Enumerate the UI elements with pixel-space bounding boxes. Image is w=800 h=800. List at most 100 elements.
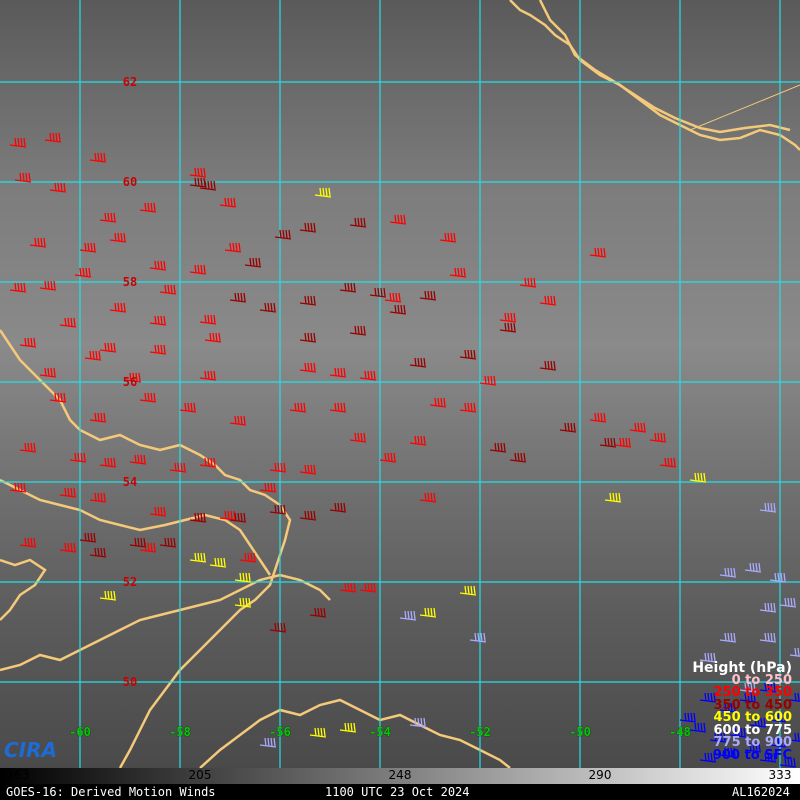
wind-barb [29, 237, 47, 248]
track-line [689, 84, 800, 131]
footer-storm-id: AL162024 [732, 785, 790, 799]
wind-barb [204, 332, 222, 343]
wind-barb [369, 287, 387, 298]
wind-barb [559, 422, 577, 433]
lat-lon-grid [0, 0, 800, 768]
wind-barb [614, 437, 632, 448]
lat-label-62: 62 [122, 75, 138, 89]
wind-barb [589, 247, 607, 258]
wind-barb [74, 267, 92, 278]
wind-barb [299, 332, 317, 343]
wind-barb [149, 315, 167, 326]
wind-barb [329, 502, 347, 513]
wind-barb [744, 562, 762, 573]
wind-barb [89, 412, 107, 423]
wind-barb [19, 442, 37, 453]
wind-barb [109, 232, 127, 243]
wind-barb [299, 464, 317, 475]
wind-barb [349, 217, 367, 228]
wind-barb [399, 610, 417, 621]
wind-barb [79, 242, 97, 253]
wind-barb [39, 367, 57, 378]
wind-barb [189, 167, 207, 178]
wind-barb [149, 506, 167, 517]
wind-barb [359, 582, 377, 593]
wind-barb [239, 552, 257, 563]
wind-barb [429, 397, 447, 408]
wind-barb [14, 172, 32, 183]
lat-label-56: 56 [122, 375, 138, 389]
wind-barbs [9, 132, 800, 768]
wind-barb [259, 482, 277, 493]
wind-barb [299, 295, 317, 306]
wind-barb [409, 357, 427, 368]
wind-barb [59, 317, 77, 328]
colorbar-tick-290: 290 [588, 768, 612, 782]
lon-label-50: -50 [569, 725, 591, 739]
lat-label-54: 54 [122, 475, 138, 489]
lat-label-60: 60 [122, 175, 138, 189]
wind-barb [129, 454, 147, 465]
wind-barb [314, 187, 332, 198]
wind-barb [99, 590, 117, 601]
wind-barb [44, 132, 62, 143]
wind-barb [209, 557, 227, 568]
wind-barb [49, 182, 67, 193]
wind-barb [419, 290, 437, 301]
wind-barb [199, 457, 217, 468]
newfoundland-coastline [0, 558, 47, 621]
wind-barb [719, 567, 737, 578]
wind-barb [539, 295, 557, 306]
wind-barb [259, 302, 277, 313]
wind-barb [329, 402, 347, 413]
map-overlay [0, 0, 800, 768]
wind-barb [149, 344, 167, 355]
footer-product-label: GOES-16: Derived Motion Winds [6, 785, 216, 799]
wind-barb [419, 492, 437, 503]
wind-barb [349, 325, 367, 336]
lat-label-50: 50 [122, 675, 138, 689]
wind-barb [659, 457, 677, 468]
wind-barb [274, 229, 292, 240]
colorbar-tick-205: 205 [188, 768, 212, 782]
lon-label-54: -54 [369, 725, 391, 739]
wind-barb [479, 375, 497, 386]
wind-barb [159, 537, 177, 548]
colorbar-tick-333: 333 [768, 768, 792, 782]
legend-item-900-sfc: 900 to SFC [712, 747, 792, 763]
wind-barb [229, 415, 247, 426]
wind-barb [89, 547, 107, 558]
wind-barb [234, 572, 252, 583]
wind-barb [89, 492, 107, 503]
height-legend: Height (hPa) 0 to 250 250 to 350 350 to … [692, 661, 792, 763]
wind-barb [219, 510, 237, 521]
wind-barb [269, 462, 287, 473]
wind-barb [229, 292, 247, 303]
wind-barb [689, 472, 707, 483]
wind-barb [259, 737, 277, 748]
wind-barb [389, 304, 407, 315]
wind-barb [19, 337, 37, 348]
wind-barb [244, 257, 262, 268]
wind-barb [189, 552, 207, 563]
lat-label-58: 58 [122, 275, 138, 289]
wind-barb [19, 537, 37, 548]
wind-barb [589, 412, 607, 423]
wind-barb [309, 727, 327, 738]
wind-barb [224, 242, 242, 253]
wind-barb [289, 402, 307, 413]
wind-barb [539, 360, 557, 371]
greenland-coastline-inner [538, 0, 791, 134]
wind-barb [59, 487, 77, 498]
wind-barb [219, 197, 237, 208]
wind-barb [599, 437, 617, 448]
wind-barb [719, 632, 737, 643]
wind-barb [349, 432, 367, 443]
lat-label-52: 52 [122, 575, 138, 589]
wind-barb [199, 314, 217, 325]
wind-barb [99, 212, 117, 223]
wind-barb [129, 537, 147, 548]
wind-barb [49, 392, 67, 403]
wind-barb [309, 607, 327, 618]
wind-barb [159, 284, 177, 295]
